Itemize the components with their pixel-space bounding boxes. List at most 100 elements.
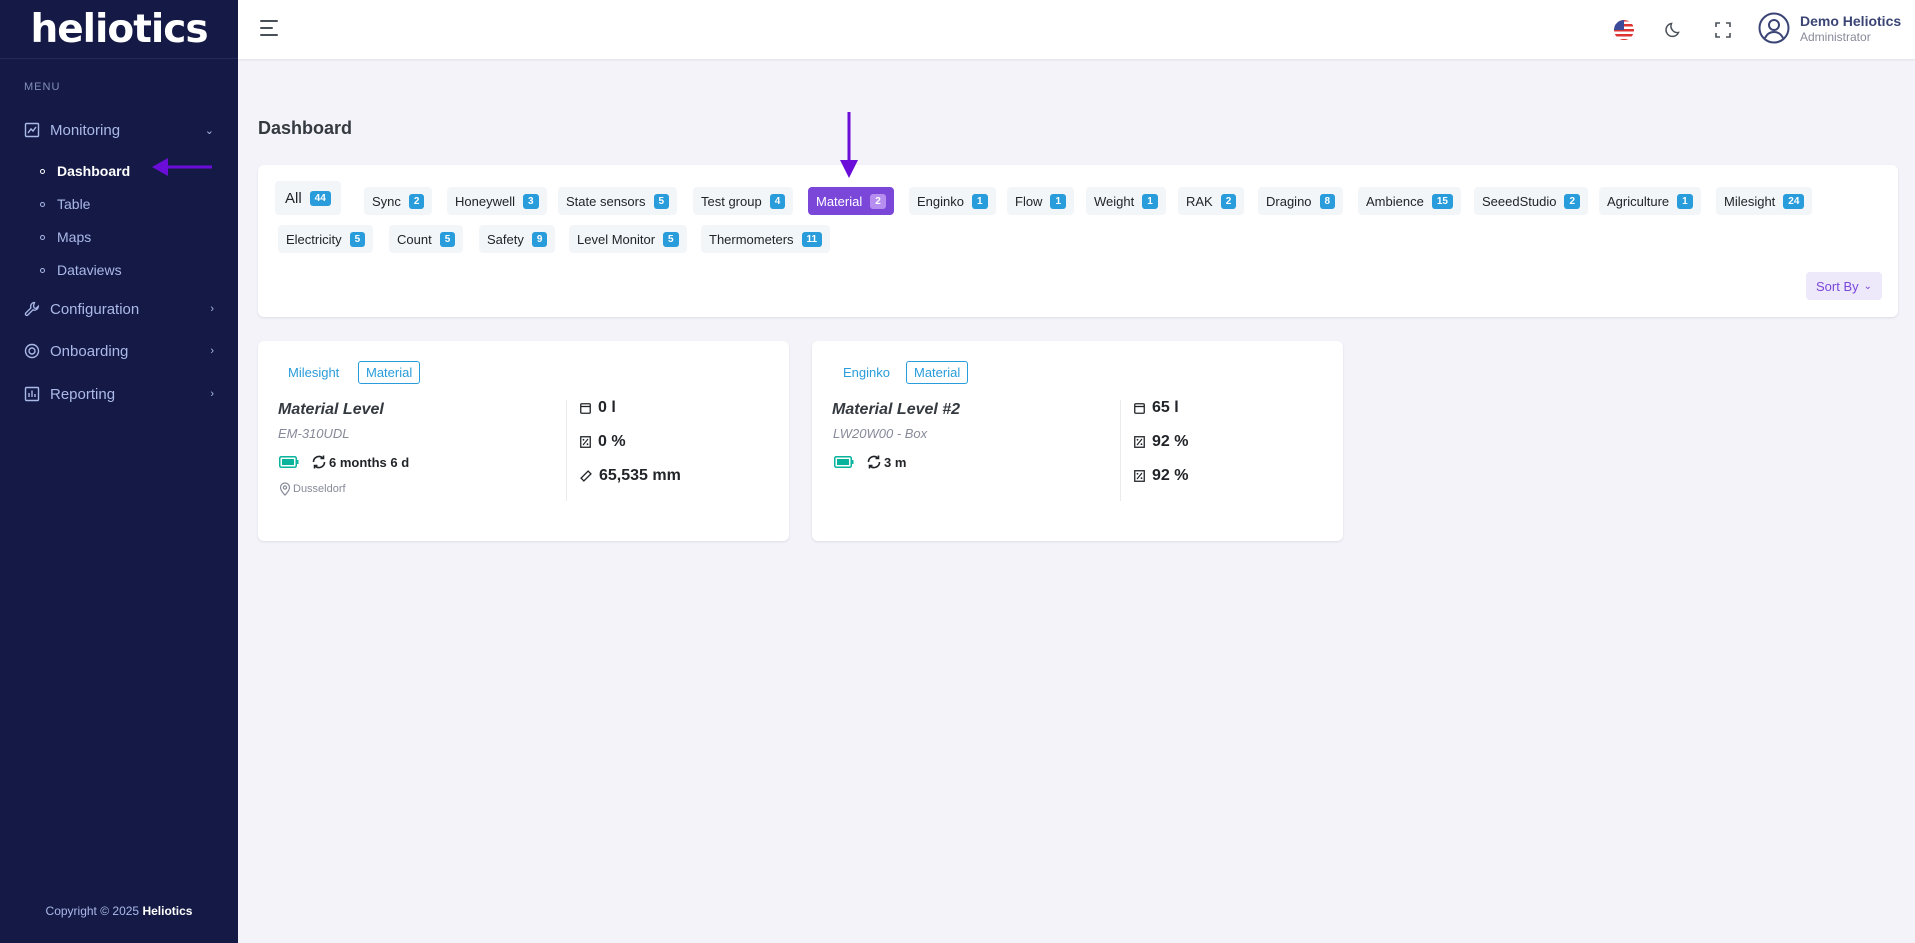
- brand-tag[interactable]: Enginko: [836, 361, 897, 384]
- chip-label: State sensors: [566, 193, 646, 209]
- filter-chip-milesight[interactable]: Milesight 24: [1716, 187, 1813, 215]
- last-seen: 3 m: [884, 454, 907, 470]
- percent-icon: [580, 436, 591, 448]
- filter-chip-material[interactable]: Material 2: [808, 187, 894, 215]
- location-label: Dusseldorf: [293, 483, 346, 495]
- bullet-icon: [40, 234, 45, 240]
- moon-icon[interactable]: [1663, 19, 1685, 41]
- device-name: Material Level #2: [832, 401, 961, 418]
- nav-onboarding-label: Onboarding: [50, 342, 129, 360]
- map-pin-icon: [279, 482, 291, 496]
- nav-reporting-label: Reporting: [50, 385, 116, 403]
- device-card[interactable]: Enginko Material Material Level #2 LW20W…: [812, 341, 1343, 541]
- user-name: Demo Heliotics: [1800, 12, 1902, 29]
- chart-line-icon: [24, 122, 40, 138]
- battery-icon: [834, 456, 854, 468]
- filter-chip-sync[interactable]: Sync 2: [364, 187, 433, 215]
- chip-count-badge: 24: [1783, 193, 1805, 209]
- filter-chip-level-monitor[interactable]: Level Monitor 5: [569, 225, 687, 253]
- device-name: Material Level: [278, 401, 384, 418]
- metric-value: 92 %: [1152, 467, 1189, 484]
- fullscreen-icon[interactable]: [1712, 19, 1734, 41]
- nav-monitoring-label: Monitoring: [50, 121, 121, 139]
- metric-value: 0 %: [598, 433, 626, 450]
- filter-chip-count[interactable]: Count 5: [389, 225, 464, 253]
- device-card[interactable]: Milesight Material Material Level EM-310…: [258, 341, 789, 541]
- filter-chip-agriculture[interactable]: Agriculture 1: [1599, 187, 1701, 215]
- chevron-down-icon: ⌄: [1863, 280, 1873, 292]
- us-flag-icon[interactable]: [1613, 19, 1635, 41]
- sidebar-item-dataviews[interactable]: Dataviews: [40, 262, 122, 278]
- filter-chip-weight[interactable]: Weight 1: [1086, 187, 1166, 215]
- nav-reporting[interactable]: Reporting ›: [0, 373, 238, 415]
- onboarding-icon: [24, 343, 40, 359]
- device-model: EM-310UDL: [278, 426, 350, 441]
- chevron-right-icon: ›: [210, 303, 214, 315]
- chip-label: Ambience: [1366, 193, 1424, 209]
- sidebar-item-label: Maps: [57, 229, 92, 245]
- metric-value: 65 l: [1152, 399, 1179, 416]
- logo[interactable]: heliotics: [0, 0, 238, 59]
- sync-icon: [312, 455, 326, 469]
- sort-by-dropdown[interactable]: Sort By ⌄: [1806, 272, 1883, 300]
- sidebar-item-maps[interactable]: Maps: [40, 229, 91, 245]
- chip-count-badge: 11: [801, 231, 823, 247]
- chip-label: Test group: [701, 193, 762, 209]
- sidebar-item-table[interactable]: Table: [40, 196, 90, 212]
- metric-distance: 65,535 mm: [580, 467, 681, 485]
- filter-chip-seeedstudio[interactable]: SeeedStudio 2: [1474, 187, 1589, 215]
- filter-chip-honeywell[interactable]: Honeywell 3: [447, 187, 547, 215]
- percent-icon: [1134, 470, 1145, 482]
- metric-percent: 0 %: [580, 433, 626, 451]
- brand-tag[interactable]: Milesight: [281, 361, 346, 384]
- chip-label: Agriculture: [1607, 193, 1670, 209]
- copyright: Copyright © 2025 Heliotics: [0, 904, 238, 918]
- group-tag[interactable]: Material: [906, 361, 969, 384]
- annotation-arrow-down: [840, 112, 858, 178]
- metric-percent-2: 92 %: [1134, 467, 1188, 485]
- copyright-text: Copyright © 2025: [45, 904, 140, 918]
- filter-chip-enginko[interactable]: Enginko 1: [909, 187, 996, 215]
- chip-label: Weight: [1094, 193, 1135, 209]
- nav-monitoring[interactable]: Monitoring ⌄: [0, 109, 238, 151]
- chip-count-badge: 5: [349, 231, 366, 247]
- filter-chip-electricity[interactable]: Electricity 5: [278, 225, 374, 253]
- topbar: Demo Heliotics Administrator: [238, 0, 1915, 59]
- filter-chip-safety[interactable]: Safety 9: [479, 225, 556, 253]
- container-icon: [580, 403, 591, 414]
- filter-chip-thermometers[interactable]: Thermometers 11: [701, 225, 831, 253]
- user-menu[interactable]: Demo Heliotics Administrator: [1758, 12, 1901, 44]
- chip-label: Honeywell: [455, 193, 515, 209]
- metric-value: 0 l: [598, 399, 616, 416]
- chip-label: Dragino: [1266, 193, 1312, 209]
- sidebar-item-label: Table: [57, 196, 91, 212]
- divider: [1120, 400, 1121, 501]
- group-tag[interactable]: Material: [358, 361, 421, 384]
- page-title: Dashboard: [258, 118, 353, 138]
- chip-label: Safety: [487, 231, 524, 247]
- nav-configuration[interactable]: Configuration ›: [0, 288, 238, 330]
- ruler-icon: [580, 470, 592, 482]
- nav-onboarding[interactable]: Onboarding ›: [0, 330, 238, 372]
- nav-configuration-label: Configuration: [50, 300, 140, 318]
- hamburger-menu-icon[interactable]: [260, 20, 278, 36]
- sidebar-item-dashboard[interactable]: Dashboard: [40, 163, 130, 179]
- chip-count-badge: 1: [1050, 193, 1067, 209]
- filter-chip-state-sensors[interactable]: State sensors 5: [558, 187, 678, 215]
- bullet-icon: [40, 267, 45, 273]
- filter-chip-flow[interactable]: Flow 1: [1007, 187, 1075, 215]
- filter-chip-dragino[interactable]: Dragino 8: [1258, 187, 1344, 215]
- chip-count-badge: 2: [870, 193, 886, 209]
- chip-count-badge: 1: [1677, 193, 1693, 209]
- device-status: 6 months 6 d: [279, 454, 409, 470]
- filter-chip-rak[interactable]: RAK 2: [1178, 187, 1245, 215]
- bullet-icon: [40, 201, 45, 207]
- filter-chip-all[interactable]: All 44: [275, 181, 341, 215]
- user-avatar-icon: [1758, 12, 1790, 44]
- filter-chip-ambience[interactable]: Ambience 15: [1358, 187, 1461, 215]
- filter-chip-test-group[interactable]: Test group 4: [693, 187, 794, 215]
- chip-count-badge: 4: [769, 193, 786, 209]
- sidebar: heliotics MENU Monitoring ⌄ Dashboard Ta…: [0, 0, 238, 943]
- battery-icon: [279, 456, 299, 468]
- metric-value: 92 %: [1152, 433, 1189, 450]
